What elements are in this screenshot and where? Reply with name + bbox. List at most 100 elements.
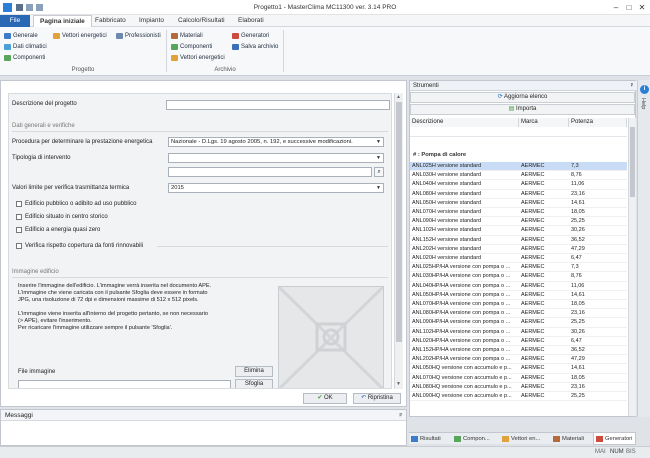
file-immagine-label: File immagine <box>18 369 56 375</box>
ribbon-vettori-energetici-button[interactable]: Vettori energetici <box>52 31 107 41</box>
table-row[interactable]: ANL070HP/HA versione con pompa o ... AERM… <box>410 299 627 310</box>
energia-quasi-zero-checkbox[interactable] <box>16 227 22 233</box>
row-descrizione: ANL040HP/HA versione con pompa o ... <box>410 281 519 291</box>
scroll-thumb[interactable] <box>396 102 402 342</box>
componenti-icon <box>4 55 11 61</box>
row-potenza: 18,05 <box>569 373 627 383</box>
minimize-button[interactable]: – <box>611 3 621 12</box>
tab-risultati[interactable]: Risultati <box>409 433 451 445</box>
table-row[interactable]: ANL025HP/HA versione con pompa o ... AERM… <box>410 262 627 273</box>
table-row[interactable]: ANL050HQ versione con accumulo e p... AER… <box>410 363 627 374</box>
table-row[interactable]: ANL202HP/HA versione con pompa o ... AERM… <box>410 354 627 365</box>
table-row[interactable]: ANL030HP/HA versione con pompa o ... AERM… <box>410 271 627 282</box>
section-divider <box>157 246 388 247</box>
col-potenza[interactable]: Potenza <box>569 118 627 127</box>
descrizione-label: Descrizione del progetto <box>12 101 77 107</box>
table-row[interactable]: ANL080H versione standard AERMEC 23,16 <box>410 189 627 199</box>
table-row[interactable]: ANL102H versione standard AERMEC 30,26 <box>410 225 627 236</box>
fonti-rinnovabili-checkbox[interactable] <box>16 243 22 249</box>
menu-impianto[interactable]: Impianto <box>133 15 170 27</box>
file-immagine-input[interactable] <box>18 380 231 388</box>
table-row[interactable]: ANL152H versione standard AERMEC 36,52 <box>410 235 627 245</box>
importa-button[interactable]: ▤ Importa <box>410 104 635 115</box>
table-row[interactable]: ANL080HQ versione con accumulo e p... AER… <box>410 382 627 393</box>
grid-filter-row[interactable] <box>410 128 627 137</box>
table-row[interactable]: ANL090HP/HA versione con pompa o ... AERM… <box>410 317 627 328</box>
ripristina-button[interactable]: ↶ Ripristina <box>353 393 401 404</box>
table-row[interactable]: ANL152HP/HA versione con pompa o ... AERM… <box>410 345 627 356</box>
tab-generatori[interactable]: Generatori <box>593 433 636 445</box>
ribbon-professionisti-button[interactable]: Professionisti <box>115 31 161 41</box>
help-strip: i Help <box>637 80 650 417</box>
elimina-button[interactable]: Elimina <box>235 366 273 377</box>
ribbon-componenti-button[interactable]: Componenti <box>3 53 45 63</box>
tipologia-detail-input[interactable] <box>168 167 372 177</box>
table-row[interactable]: ANL025H versione standard AERMEC 7,3 <box>410 162 627 172</box>
search-icon[interactable]: ⌕ <box>374 167 384 177</box>
row-marca: AERMEC <box>519 363 569 374</box>
table-row[interactable]: ANL050HP/HA versione con pompa o ... AERM… <box>410 290 627 301</box>
table-row[interactable]: ANL020HP/HA versione con pompa o ... AERM… <box>410 336 627 347</box>
note-line: L'immagine che viene caricata con il pul… <box>18 290 208 296</box>
table-row[interactable]: ANL090HQ versione con accumulo e p... AER… <box>410 391 627 402</box>
col-marca[interactable]: Marca <box>519 118 569 127</box>
menu-file[interactable]: File <box>0 15 30 27</box>
ribbon-dati-climatici-button[interactable]: Dati climatici <box>3 42 47 52</box>
list-scroll-thumb[interactable] <box>630 127 635 197</box>
menu-fabbricato[interactable]: Fabbricato <box>89 15 132 27</box>
tab-vettori-energetici[interactable]: Vettori en... <box>500 433 550 445</box>
col-descrizione[interactable]: Descrizione <box>410 118 519 127</box>
row-marca: AERMEC <box>519 290 569 301</box>
table-row[interactable]: ANL202H versione standard AERMEC 47,29 <box>410 244 627 255</box>
table-row[interactable]: ANL080HP/HA versione con pompa o ... AERM… <box>410 308 627 319</box>
form-scrollbar[interactable]: ▲ ▼ <box>394 93 403 389</box>
ribbon-generale-button[interactable]: Generale <box>3 31 38 41</box>
ribbon-salva-archivio-button[interactable]: Salva archivio <box>231 42 278 52</box>
ribbon-generatori-button[interactable]: Generatori <box>231 31 269 41</box>
scroll-down-icon[interactable]: ▼ <box>396 381 401 387</box>
row-marca: AERMEC <box>519 271 569 282</box>
scroll-up-icon[interactable]: ▲ <box>396 94 401 100</box>
row-marca: AERMEC <box>519 262 569 273</box>
row-descrizione: ANL080HQ versione con accumulo e p... <box>410 382 519 393</box>
pin-icon[interactable]: ᵖ <box>631 81 633 91</box>
close-button[interactable]: ✕ <box>637 3 647 12</box>
descrizione-input[interactable] <box>166 100 390 110</box>
menu-elaborati[interactable]: Elaborati <box>232 15 270 27</box>
row-potenza: 7,3 <box>569 262 627 273</box>
table-row[interactable]: ANL070HQ versione con accumulo e p... AER… <box>410 373 627 383</box>
row-marca: AERMEC <box>519 327 569 337</box>
row-descrizione: ANL152H versione standard <box>410 235 519 245</box>
row-descrizione: ANL030H versione standard <box>410 170 519 181</box>
list-scrollbar[interactable] <box>628 118 636 416</box>
info-icon[interactable]: i <box>640 85 649 94</box>
procedura-select[interactable]: Nazionale - D.Lgs. 19 agosto 2005, n. 19… <box>168 137 384 147</box>
table-row[interactable]: ANL102HP/HA versione con pompa o ... AERM… <box>410 327 627 337</box>
table-row[interactable]: ANL020H versione standard AERMEC 6,47 <box>410 253 627 264</box>
valori-limite-select[interactable]: 2015 ▼ <box>168 183 384 193</box>
maximize-button[interactable]: □ <box>624 3 634 12</box>
table-row[interactable]: ANL070H versione standard AERMEC 18,05 <box>410 207 627 218</box>
centro-storico-checkbox[interactable] <box>16 214 22 220</box>
ribbon-archivio-componenti-button[interactable]: Componenti <box>170 42 212 52</box>
tipologia-select[interactable]: ▼ <box>168 153 384 163</box>
tab-materiali[interactable]: Materiali <box>551 433 592 445</box>
edificio-pubblico-checkbox[interactable] <box>16 201 22 207</box>
table-row[interactable]: ANL090H versione standard AERMEC 25,25 <box>410 216 627 227</box>
sfoglia-button[interactable]: Sfoglia <box>235 379 273 388</box>
ribbon-materiali-button[interactable]: Materiali <box>170 31 203 41</box>
table-row[interactable]: ANL040H versione standard AERMEC 11,06 <box>410 179 627 190</box>
aggiorna-elenco-button[interactable]: ⟳ Aggiorna elenco <box>410 92 635 103</box>
note-line: Inserire l'immagine dell'edificio. L'imm… <box>18 283 212 289</box>
table-row[interactable]: ANL040HP/HA versione con pompa o ... AERM… <box>410 281 627 291</box>
menu-pagina-iniziale[interactable]: Pagina iniziale <box>33 15 92 27</box>
table-row[interactable]: ANL050H versione standard AERMEC 14,61 <box>410 198 627 209</box>
tab-componenti[interactable]: Compon... <box>452 433 499 445</box>
table-row[interactable]: ANL030H versione standard AERMEC 8,76 <box>410 170 627 181</box>
help-tab[interactable]: Help <box>640 98 646 109</box>
row-potenza: 25,25 <box>569 317 627 328</box>
pin-icon[interactable]: ᵖ <box>400 410 402 421</box>
menu-calcolo-risultati[interactable]: Calcolo/Risultati <box>172 15 231 27</box>
ribbon-archivio-vettori-button[interactable]: Vettori energetici <box>170 53 225 63</box>
ok-button[interactable]: ✔ OK <box>303 393 347 404</box>
